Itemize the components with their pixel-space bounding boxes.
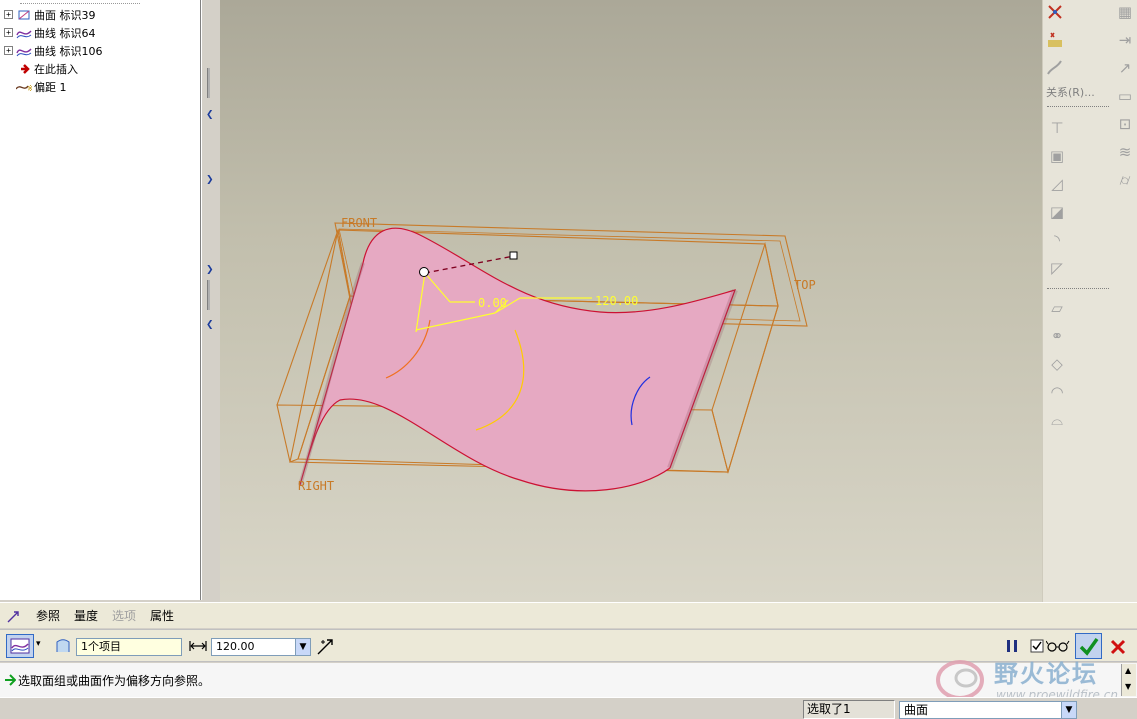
surface-icon (18, 10, 30, 19)
feature-toolbar: 关系(R)... ⊤ ▣ ◿ ◪ ◝ ◸ ▱ ⚭ ◇ ◠ ⌓ ▦ ⇥ ↗ ▭ ⊡… (1042, 0, 1137, 602)
tree-item-offset[interactable]: ※ 偏距 1 (4, 78, 67, 95)
tree-row-partial (20, 0, 140, 4)
style-icon[interactable]: ≋ (1115, 142, 1135, 162)
relations-label[interactable]: 关系(R)... (1046, 84, 1095, 100)
tree-item-label: 曲面 标识39 (34, 8, 96, 22)
tree-item-surface[interactable]: + 曲面 标识39 (4, 6, 96, 23)
reference-collector[interactable]: 1个项目 (76, 638, 182, 656)
tree-item-label: 在此插入 (34, 62, 78, 76)
selection-filter[interactable]: 曲面 ▼ (899, 701, 1077, 719)
chevron-down-icon[interactable]: ▼ (295, 639, 310, 655)
offset-icon: ※ (16, 84, 32, 93)
mirror-icon[interactable]: ⚭ (1047, 326, 1067, 346)
trim-icon[interactable]: ◠ (1047, 382, 1067, 402)
extrude-icon[interactable]: ⊤ (1047, 118, 1067, 138)
selection-count: 选取了1 (803, 700, 895, 719)
expand-icon[interactable]: + (4, 10, 13, 19)
tab-references[interactable]: 参照 (36, 607, 60, 624)
sash-arrow-icon[interactable]: ❯ (206, 175, 214, 185)
sash-grip (207, 68, 210, 98)
dashboard-tabs: 参照 量度 选项 属性 (0, 602, 1137, 628)
scroll-down-icon[interactable]: ▼ (1125, 682, 1131, 691)
tab-options[interactable]: 选项 (112, 607, 136, 624)
datum-label-right: RIGHT (298, 479, 334, 493)
scroll-up-icon[interactable]: ▲ (1125, 666, 1131, 675)
datum-axis-icon[interactable]: ↗ (1115, 58, 1135, 78)
sash-grip (207, 280, 210, 310)
shell-icon[interactable]: ▣ (1047, 146, 1067, 166)
tree-item-insert-here[interactable]: 在此插入 (4, 60, 78, 77)
drag-handle-origin[interactable] (419, 267, 429, 277)
sash-arrow-icon[interactable]: ❮ (206, 320, 214, 330)
curve-icon (16, 47, 32, 56)
insert-icon[interactable]: ⇥ (1115, 30, 1135, 50)
prompt-arrow-icon (5, 674, 16, 686)
chevron-down-icon[interactable]: ▼ (1061, 702, 1076, 718)
grid-icon[interactable]: ▦ (1115, 2, 1135, 22)
surface-reference-icon (56, 639, 70, 652)
tree-item-curve-106[interactable]: + 曲线 标识106 (4, 42, 103, 59)
chamfer-icon[interactable]: ◸ (1047, 258, 1067, 278)
dimension-offset-label[interactable]: 0.00 (478, 296, 507, 310)
flip-direction-icon[interactable] (316, 638, 334, 656)
coordinate-icon[interactable]: ⊡ (1115, 114, 1135, 134)
tree-item-label: 曲线 标识64 (34, 26, 96, 40)
sash-arrow-icon[interactable]: ❮ (206, 110, 214, 120)
offset-surface[interactable] (299, 227, 736, 492)
message-scrollbar[interactable]: ▲ ▼ (1121, 664, 1136, 696)
insert-here-arrow-icon (21, 63, 30, 74)
sketch-point-icon[interactable] (1045, 30, 1065, 50)
draft-icon[interactable]: ◿ (1047, 174, 1067, 194)
tab-properties[interactable]: 属性 (150, 607, 174, 624)
watermark-title: 野火论坛 (994, 660, 1098, 688)
offset-type-button[interactable] (6, 634, 34, 658)
expand-icon[interactable]: + (4, 46, 13, 55)
chevron-down-icon[interactable]: ▾ (36, 639, 41, 649)
sash-arrow-icon[interactable]: ❯ (206, 265, 214, 275)
merge-icon[interactable]: ◇ (1047, 354, 1067, 374)
curve-icon (16, 29, 32, 38)
datum-point-icon[interactable] (1045, 2, 1065, 22)
tree-item-curve-64[interactable]: + 曲线 标识64 (4, 24, 96, 41)
svg-text:※: ※ (27, 84, 32, 93)
prompt-message: 选取面组或曲面作为偏移方向参照。 (18, 673, 211, 688)
rib-icon[interactable]: ◪ (1047, 202, 1067, 222)
toolbar-divider (1047, 288, 1109, 289)
drag-handle-length[interactable] (509, 251, 518, 260)
graphics-window[interactable]: FRONT TOP RIGHT 0.00 120.00 (220, 0, 1042, 602)
datum-plane-icon[interactable]: ▭ (1115, 86, 1135, 106)
tree-item-label: 偏距 1 (34, 80, 67, 94)
length-value-input[interactable]: 120.00 ▼ (211, 638, 311, 656)
round-icon[interactable]: ◝ (1047, 230, 1067, 250)
dimension-length-label[interactable]: 120.00 (595, 294, 638, 308)
model-tree: + 曲面 标识39 + 曲线 标识64 + 曲线 标识106 在此插入 ※ 偏距… (0, 0, 201, 600)
expand-icon[interactable]: + (4, 28, 13, 37)
navigator-sash[interactable]: ❮ ❯ ❯ ❮ (201, 0, 220, 600)
extend-icon[interactable]: ⌓ (1047, 410, 1067, 430)
length-value-text: 120.00 (216, 640, 255, 653)
datum-label-top: TOP (794, 278, 816, 292)
references-icon (7, 610, 19, 622)
toolbar-divider (1047, 106, 1109, 107)
tab-measure[interactable]: 量度 (74, 607, 98, 624)
offset-type-icon (10, 638, 30, 654)
datum-label-front: FRONT (341, 216, 377, 230)
tree-item-label: 曲线 标识106 (34, 44, 103, 58)
cylinder-icon[interactable]: ⌭ (1115, 170, 1135, 190)
status-bar: 选取了1 曲面 ▼ (0, 697, 1137, 719)
model-view[interactable]: FRONT TOP RIGHT 0.00 120.00 (220, 0, 1042, 602)
selection-filter-value: 曲面 (904, 703, 929, 717)
length-dimension-icon (189, 641, 207, 651)
curve-tool-icon[interactable] (1045, 58, 1065, 78)
copy-icon[interactable]: ▱ (1047, 298, 1067, 318)
